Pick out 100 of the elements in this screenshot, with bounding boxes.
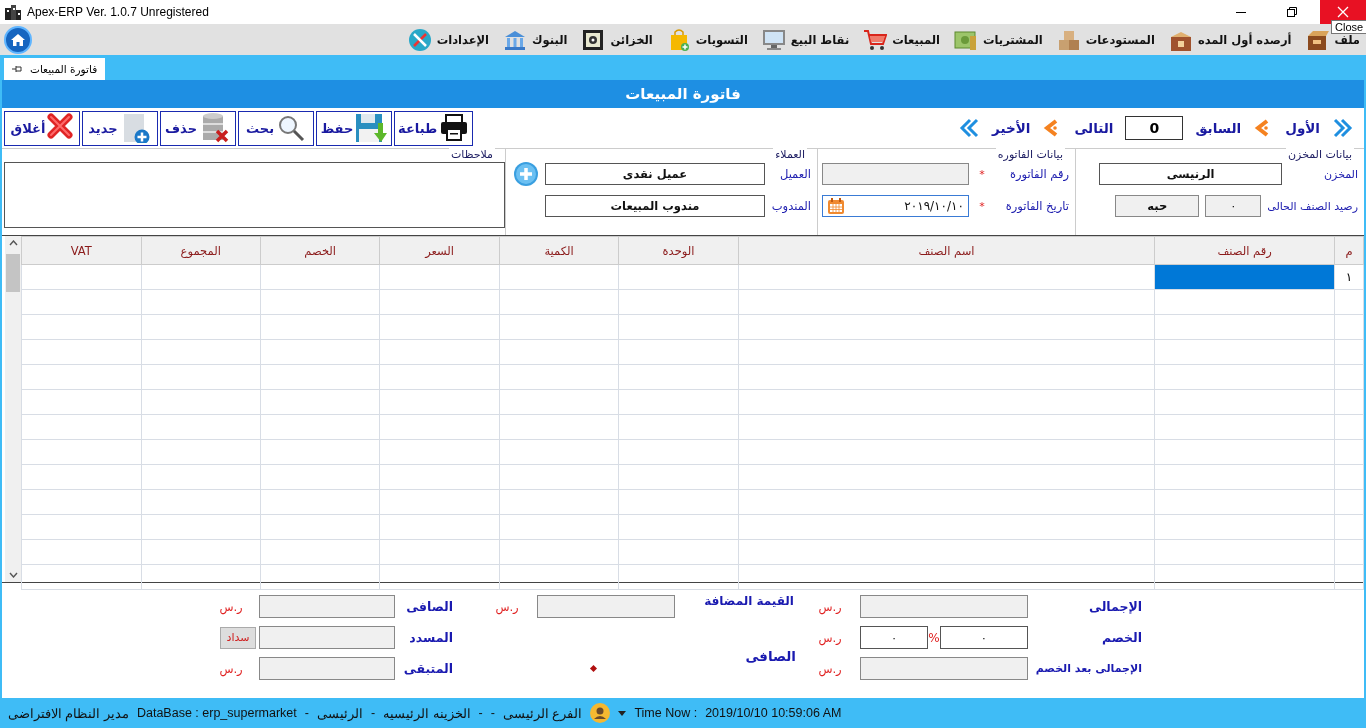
menu-item[interactable]: المشتريات <box>953 27 1043 52</box>
text-field[interactable] <box>259 626 395 649</box>
text-field[interactable]: الرنيسى <box>1099 163 1282 185</box>
menu-item[interactable]: المبيعات <box>863 27 940 52</box>
toolbar-button[interactable]: حفظ <box>316 110 392 146</box>
field-label: الإجمالى بعد الخصم <box>1035 662 1142 675</box>
text-field[interactable]: ٠ <box>860 626 929 649</box>
floppy-disk-icon <box>355 113 388 143</box>
field-label: الإجمالى <box>1089 599 1142 614</box>
column-header[interactable]: الخصم <box>260 236 380 265</box>
text-field[interactable] <box>259 657 395 680</box>
field-label: تاريخ الفاتورة <box>1004 199 1069 213</box>
column-header[interactable]: الكمية <box>499 236 619 265</box>
home-button[interactable] <box>4 25 32 54</box>
scrollbar[interactable] <box>5 236 21 582</box>
tooltip: Close <box>1331 20 1366 34</box>
column-header[interactable]: الوحدة <box>618 236 739 265</box>
group-legend: بيانات الفاتوره <box>995 148 1065 161</box>
scroll-down-icon[interactable] <box>8 572 18 578</box>
table-cell[interactable] <box>1154 264 1335 290</box>
field-label: الخصم <box>1101 630 1142 645</box>
status-text: 2019/10/10 10:59:06 AM <box>705 706 842 720</box>
required-mark: * <box>978 199 985 213</box>
text-field[interactable]: عميل نقدى <box>545 163 765 185</box>
double-chevron-icon[interactable] <box>958 117 981 139</box>
toolbar-button[interactable]: أغلاق <box>4 110 80 146</box>
toolbar-button[interactable]: طباعة <box>394 110 474 146</box>
menu-item[interactable]: المستودعات <box>1056 27 1155 52</box>
column-header[interactable]: VAT <box>21 236 141 265</box>
column-header[interactable]: م <box>1334 236 1364 265</box>
field-label: العميل <box>778 167 811 181</box>
plus-icon <box>513 161 539 187</box>
field-label: المتبقى <box>403 661 454 676</box>
tools-icon <box>407 27 432 52</box>
menu-item[interactable]: نقاط البيع <box>761 27 850 52</box>
column-header[interactable]: السعر <box>379 236 500 265</box>
column-header[interactable]: رقم الصنف <box>1154 236 1335 265</box>
currency-label: ر.س <box>219 661 243 676</box>
user-avatar-icon <box>590 703 611 723</box>
window-title: Apex-ERP Ver. 1.0.7 Unregistered <box>27 5 209 19</box>
tab[interactable]: فاتورة المبيعات <box>4 58 106 80</box>
status-text: - <box>478 706 483 720</box>
scroll-up-icon[interactable] <box>8 240 18 246</box>
text-field[interactable] <box>259 595 395 618</box>
add-button[interactable] <box>513 161 539 187</box>
pay-button[interactable]: سداد <box>220 626 256 649</box>
field-label: القيمة المضافة <box>704 594 795 608</box>
menu-item[interactable]: الإعدادات <box>407 27 490 52</box>
status-text: - <box>490 706 495 720</box>
double-chevron-icon[interactable] <box>1332 117 1354 139</box>
group-legend: العملاء <box>773 148 807 161</box>
required-mark: * <box>978 167 985 181</box>
nav-label[interactable]: الأخير <box>992 120 1031 136</box>
status-text: الفرع الرئيسى <box>502 705 583 721</box>
notes-field[interactable] <box>4 162 505 228</box>
field-label: الصافى <box>406 599 454 614</box>
field-label: رصيد الصنف الحالى <box>1267 199 1358 213</box>
toolbar-button[interactable]: حذف <box>160 110 236 146</box>
nav-label[interactable]: الأول <box>1285 120 1320 136</box>
currency-label: ر.س <box>818 661 842 676</box>
text-field[interactable] <box>860 595 1028 618</box>
menu-item[interactable]: الخزائن <box>581 27 653 52</box>
pin-icon <box>12 65 22 73</box>
menu-item[interactable]: التسويات <box>666 27 748 52</box>
date-field[interactable]: ٢٠١٩/١٠/١٠ <box>822 195 969 217</box>
text-field[interactable] <box>860 657 1028 680</box>
restore-icon <box>1287 7 1297 17</box>
status-text: مدير النظام الافتراضى <box>8 705 129 721</box>
close-icon <box>1337 6 1349 18</box>
text-field[interactable]: ٠ <box>1205 195 1262 217</box>
magnifier-icon <box>276 113 306 143</box>
net-caption: الصافى <box>745 648 797 664</box>
scroll-thumb[interactable] <box>6 254 20 292</box>
toolbar-button[interactable]: بحث <box>238 110 314 146</box>
text-field[interactable] <box>537 595 675 618</box>
currency-label: ر.س <box>818 630 842 645</box>
monitor-icon <box>761 27 786 52</box>
column-header[interactable]: المجموع <box>141 236 261 265</box>
status-text: DataBase : erp_supermarket <box>136 706 297 720</box>
nav-label[interactable]: السابق <box>1195 120 1242 136</box>
calendar-icon <box>827 197 845 215</box>
nav-label[interactable]: التالى <box>1074 120 1114 136</box>
text-field[interactable]: مندوب المبيعات <box>545 195 765 217</box>
status-text: Time Now : <box>634 706 698 720</box>
currency-label: ر.س <box>495 599 519 614</box>
text-field[interactable]: حبه <box>1115 195 1200 217</box>
menu-item[interactable]: أرصده أول المده <box>1168 27 1292 52</box>
printer-icon <box>439 113 470 143</box>
field-label: المسدد <box>409 630 454 645</box>
buildings-icon <box>4 4 22 20</box>
caret-icon[interactable] <box>618 710 627 716</box>
text-field[interactable] <box>822 163 969 185</box>
field-label: المخزن <box>1323 167 1358 181</box>
home-icon <box>11 33 25 46</box>
toolbar-button[interactable]: جديد <box>82 110 158 146</box>
record-counter: 0 <box>1125 116 1184 140</box>
menu-item[interactable]: البنوك <box>503 27 568 52</box>
column-header[interactable]: اسم الصنف <box>738 236 1155 265</box>
status-text: الخزينه الرئيسيه <box>383 705 471 721</box>
text-field[interactable]: ٠ <box>939 626 1028 649</box>
